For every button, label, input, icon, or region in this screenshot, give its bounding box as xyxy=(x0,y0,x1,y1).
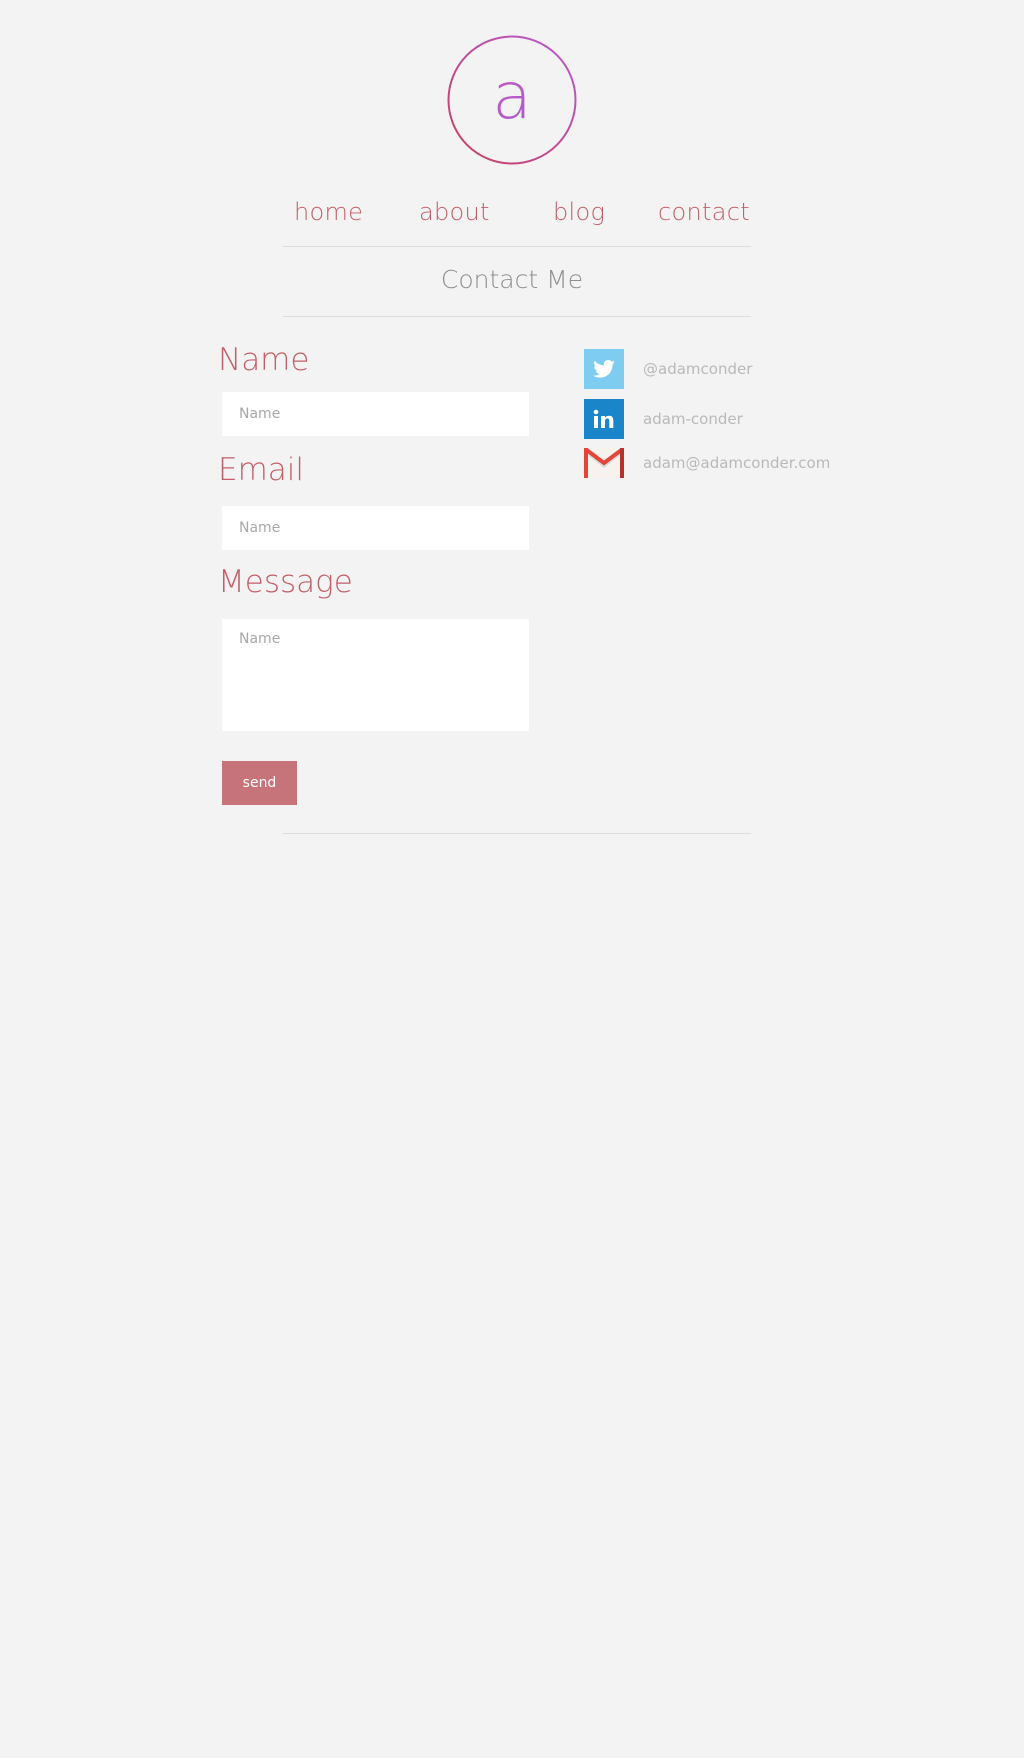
linkedin-icon xyxy=(584,399,624,439)
title-divider xyxy=(283,316,751,317)
nav-about[interactable]: about xyxy=(419,196,490,228)
name-label: Name xyxy=(218,342,310,378)
page-title: Contact Me xyxy=(440,265,584,294)
nav-home[interactable]: home xyxy=(294,196,363,228)
gmail-icon xyxy=(584,448,624,478)
twitter-handle: @adamconder xyxy=(643,360,753,378)
linkedin-link[interactable]: adam-conder xyxy=(584,399,743,439)
main-nav: home about blog contact xyxy=(0,196,1024,230)
linkedin-handle: adam-conder xyxy=(643,410,743,428)
email-label: Email xyxy=(218,452,305,488)
logo-letter: a xyxy=(492,60,531,134)
twitter-link[interactable]: @adamconder xyxy=(584,349,752,389)
email-input[interactable] xyxy=(222,506,529,550)
email-address: adam@adamconder.com xyxy=(643,454,831,472)
logo[interactable]: a xyxy=(446,34,578,166)
nav-contact[interactable]: contact xyxy=(658,196,750,228)
message-textarea[interactable] xyxy=(222,619,529,731)
email-link[interactable]: adam@adamconder.com xyxy=(584,448,830,478)
message-label: Message xyxy=(218,564,353,600)
nav-divider xyxy=(283,246,751,247)
footer-divider xyxy=(283,833,751,834)
name-input[interactable] xyxy=(222,392,529,436)
nav-blog[interactable]: blog xyxy=(553,196,605,228)
send-button[interactable]: send xyxy=(222,761,297,805)
twitter-icon xyxy=(584,349,624,389)
logo-circle: a xyxy=(447,35,577,165)
